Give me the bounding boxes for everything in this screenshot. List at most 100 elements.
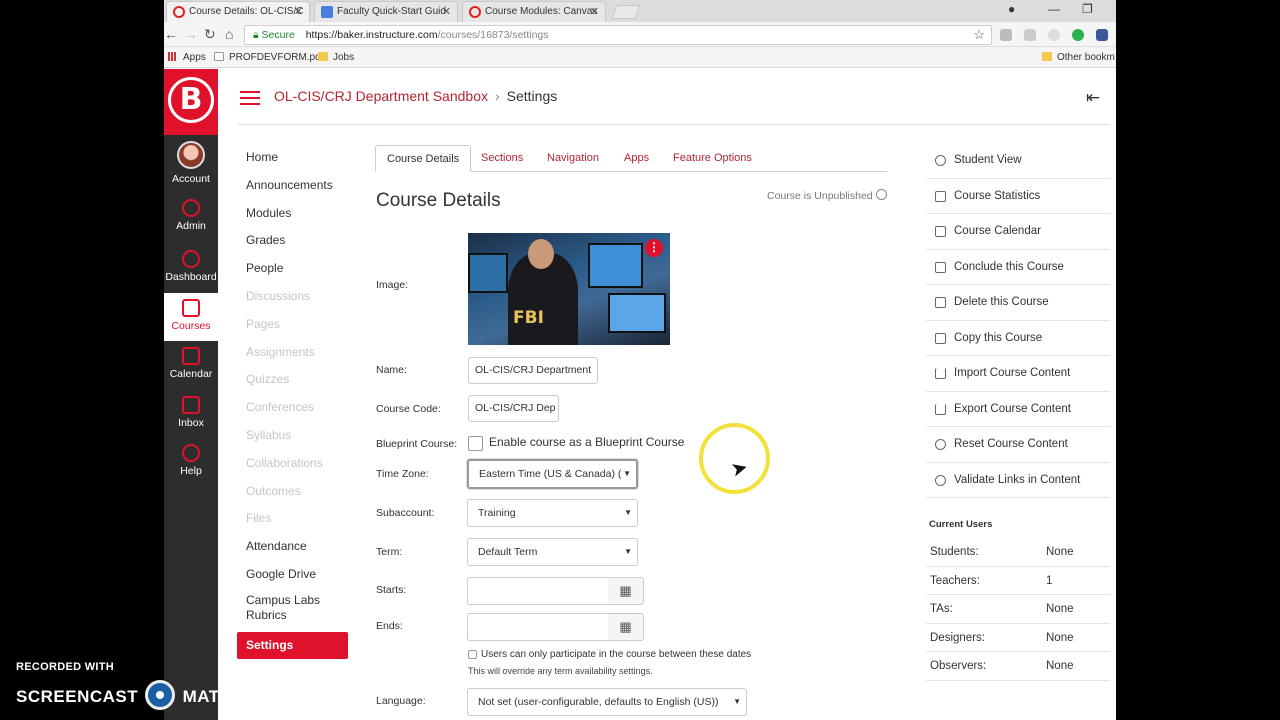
course-nav-syllabus[interactable]: Syllabus	[246, 426, 356, 454]
tab-course-details[interactable]: Course Details	[375, 145, 472, 172]
trash-icon	[935, 297, 946, 308]
course-nav-campus-labs-rubrics[interactable]: Campus Labs Rubrics	[246, 593, 356, 623]
global-nav-dashboard[interactable]: Dashboard	[164, 250, 218, 283]
reset-content-button[interactable]: Reset Course Content	[926, 427, 1110, 463]
course-nav-conferences[interactable]: Conferences	[246, 398, 356, 426]
course-menu-toggle[interactable]	[240, 91, 260, 109]
minimize-icon[interactable]: —	[1048, 2, 1060, 16]
course-calendar-button[interactable]: Course Calendar	[926, 214, 1110, 250]
start-date-input[interactable]	[467, 577, 609, 605]
language-select[interactable]: Not set (user-configurable, defaults to …	[467, 688, 747, 716]
timezone-select[interactable]: Eastern Time (US & Canada) ( ▼	[467, 459, 638, 489]
tab-feature-options[interactable]: Feature Options	[662, 145, 763, 172]
end-calendar-icon[interactable]: ▦	[608, 613, 644, 641]
profile-icon[interactable]: ●	[1008, 2, 1015, 16]
date-restriction-label[interactable]: Users can only participate in the course…	[481, 649, 751, 660]
close-tab-icon[interactable]: ✕	[590, 2, 599, 22]
export-content-button[interactable]: Export Course Content	[926, 392, 1110, 427]
student-view-button[interactable]: Student View	[926, 143, 1110, 179]
tab-navigation[interactable]: Navigation	[536, 145, 610, 172]
course-nav-pages[interactable]: Pages	[246, 315, 356, 343]
forward-icon[interactable]: →	[184, 26, 198, 42]
ends-label: Ends:	[376, 620, 403, 632]
bookmark-apps[interactable]: Apps	[168, 52, 206, 63]
course-nav-people[interactable]: People	[246, 259, 356, 287]
tab-apps[interactable]: Apps	[613, 145, 660, 172]
course-nav-modules[interactable]: Modules	[246, 204, 356, 232]
delete-course-button[interactable]: Delete this Course	[926, 285, 1110, 321]
course-code-label: Course Code:	[376, 403, 441, 415]
course-nav-quizzes[interactable]: Quizzes	[246, 370, 356, 398]
browser-window: Course Details: OL-CIS/C ✕ Faculty Quick…	[164, 0, 1116, 720]
publish-status[interactable]: Course is Unpublished	[767, 189, 887, 202]
global-nav-inbox[interactable]: Inbox	[164, 396, 218, 429]
lock-icon: 🔒︎	[253, 29, 259, 41]
date-restriction-note: This will override any term availability…	[468, 666, 653, 676]
image-label: Image:	[376, 279, 409, 291]
close-tab-icon[interactable]: ✕	[442, 2, 451, 22]
browser-tab-course-details[interactable]: Course Details: OL-CIS/C ✕	[166, 1, 310, 22]
course-nav-attendance[interactable]: Attendance	[246, 537, 356, 565]
extension-icon[interactable]	[1024, 29, 1036, 41]
download-icon	[935, 403, 946, 415]
close-tab-icon[interactable]: ✕	[294, 2, 303, 22]
reload-icon[interactable]: ↻	[204, 26, 216, 43]
course-nav-grades[interactable]: Grades	[246, 231, 356, 259]
course-nav-assignments[interactable]: Assignments	[246, 343, 356, 371]
collapse-sidebar-icon[interactable]: ⇤	[1086, 88, 1100, 108]
bookmark-jobs[interactable]: Jobs	[318, 52, 354, 63]
table-row: Students: None	[926, 538, 1110, 567]
course-name-input[interactable]: OL-CIS/CRJ Department	[468, 357, 598, 384]
admin-shield-icon	[182, 199, 200, 217]
subaccount-select[interactable]: Training ▼	[467, 499, 638, 527]
browser-tab-quick-start[interactable]: Faculty Quick-Start Guid ✕	[314, 1, 458, 22]
blueprint-checkbox[interactable]	[468, 436, 483, 451]
course-nav-settings[interactable]: Settings	[237, 632, 348, 659]
course-nav-files[interactable]: Files	[246, 509, 356, 537]
extension-icon[interactable]	[1048, 29, 1060, 41]
course-nav-discussions[interactable]: Discussions	[246, 287, 356, 315]
import-content-button[interactable]: Import Course Content	[926, 356, 1110, 392]
tab-sections[interactable]: Sections	[470, 145, 534, 172]
timezone-label: Time Zone:	[376, 468, 429, 480]
restore-icon[interactable]: ❐	[1082, 2, 1093, 16]
global-nav-calendar[interactable]: Calendar	[164, 347, 218, 380]
image-options-icon[interactable]: ⋮	[645, 239, 663, 257]
course-nav-outcomes[interactable]: Outcomes	[246, 482, 356, 510]
conclude-course-button[interactable]: Conclude this Course	[926, 250, 1110, 285]
grammarly-icon[interactable]	[1072, 29, 1084, 41]
extension-icon[interactable]	[1096, 29, 1108, 41]
new-tab-button[interactable]	[611, 5, 641, 19]
url-field[interactable]: 🔒︎ Secure https://baker.instructure.com/…	[244, 25, 992, 45]
copy-course-button[interactable]: Copy this Course	[926, 321, 1110, 356]
global-nav-account[interactable]: Account	[164, 141, 218, 185]
bookmark-star-icon[interactable]: ☆	[973, 26, 985, 44]
term-label: Term:	[376, 546, 403, 558]
global-nav-help[interactable]: Help	[164, 444, 218, 477]
back-icon[interactable]: ←	[164, 26, 178, 42]
course-nav-collaborations[interactable]: Collaborations	[246, 454, 356, 482]
course-statistics-button[interactable]: Course Statistics	[926, 179, 1110, 214]
date-restriction-checkbox[interactable]	[468, 650, 477, 659]
watermark-screencast-logo: SCREENCAST MATIC	[16, 680, 238, 710]
bookmark-other[interactable]: Other bookm	[1042, 52, 1115, 63]
home-icon[interactable]: ⌂	[225, 26, 233, 42]
course-nav-google-drive[interactable]: Google Drive	[246, 565, 356, 593]
course-nav-home[interactable]: Home	[246, 148, 356, 176]
current-users-heading: Current Users	[929, 519, 993, 530]
course-nav-announcements[interactable]: Announcements	[246, 176, 356, 204]
bookmark-profdevform[interactable]: PROFDEVFORM.pdf	[214, 52, 323, 63]
address-bar: ← → ↻ ⌂ 🔒︎ Secure https://baker.instruct…	[164, 22, 1116, 47]
global-nav-courses[interactable]: Courses	[164, 293, 218, 341]
course-code-input[interactable]: OL-CIS/CRJ Dep	[468, 395, 559, 422]
breadcrumb-course-link[interactable]: OL-CIS/CRJ Department Sandbox	[274, 88, 488, 104]
browser-tab-course-modules[interactable]: Course Modules: Canvas ✕	[462, 1, 606, 22]
start-calendar-icon[interactable]: ▦	[608, 577, 644, 605]
extension-icon[interactable]	[1000, 29, 1012, 41]
global-nav-admin[interactable]: Admin	[164, 199, 218, 232]
blueprint-checkbox-label[interactable]: Enable course as a Blueprint Course	[489, 435, 684, 449]
institution-logo[interactable]: B	[164, 69, 218, 135]
end-date-input[interactable]	[467, 613, 609, 641]
validate-links-button[interactable]: Validate Links in Content	[926, 463, 1110, 498]
term-select[interactable]: Default Term ▼	[467, 538, 638, 566]
